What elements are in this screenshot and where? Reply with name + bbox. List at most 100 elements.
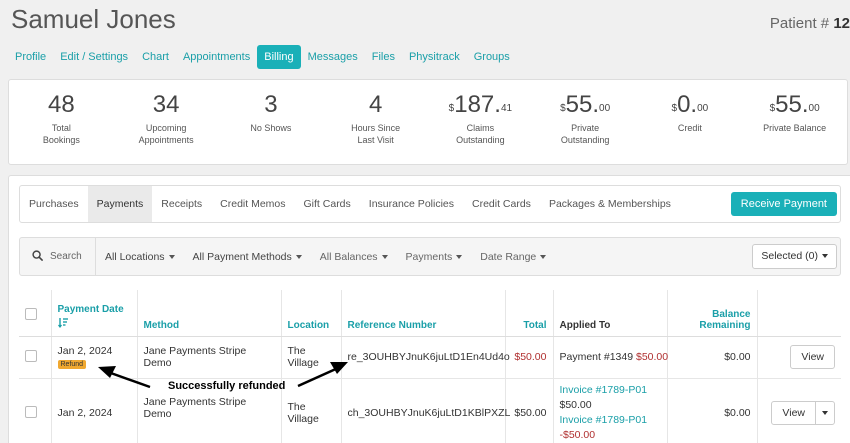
- caret-down-icon: [822, 254, 828, 259]
- applied-to-cell: Invoice #1789-P01 $50.00 Invoice #1789-P…: [553, 378, 668, 443]
- actions-cell: View: [757, 336, 841, 379]
- filter-bar: All Locations All Payment Methods All Ba…: [19, 237, 841, 276]
- subtab-gift-cards[interactable]: Gift Cards: [295, 186, 360, 222]
- payment-methods-dropdown-label: All Payment Methods: [192, 250, 292, 263]
- method-cell: Jane Payments Stripe Demo: [137, 336, 282, 379]
- caret-down-icon: [168, 254, 175, 259]
- payment-date-cell: Jan 2, 2024: [51, 378, 138, 443]
- stat-label: Bookings: [42, 135, 80, 145]
- invoice-amount: $50.00: [559, 399, 592, 411]
- view-options-dropdown[interactable]: [816, 402, 834, 424]
- tab-physitrack[interactable]: Physitrack: [402, 45, 467, 69]
- caret-down-icon: [456, 254, 463, 259]
- selected-actions-button[interactable]: Selected (0): [752, 244, 837, 269]
- currency-sign: $: [769, 103, 776, 114]
- header-payment-date[interactable]: Payment Date: [51, 290, 138, 337]
- header-actions: [757, 290, 841, 337]
- stat-value: 187.: [454, 91, 501, 118]
- sort-descending-icon[interactable]: [57, 317, 131, 331]
- location-line1: The: [287, 401, 306, 413]
- view-button[interactable]: View: [790, 345, 835, 369]
- stat-label: Hours Since: [351, 123, 401, 133]
- row-checkbox[interactable]: [25, 349, 37, 362]
- select-all-checkbox[interactable]: [25, 307, 37, 320]
- stat-no-shows: 3 No Shows: [219, 80, 324, 164]
- stat-label: Private Balance: [763, 123, 827, 133]
- billing-subtabs: Purchases Payments Receipts Credit Memos…: [19, 185, 841, 223]
- stat-value: 48: [48, 91, 75, 118]
- tab-appointments[interactable]: Appointments: [176, 45, 257, 69]
- patient-header: Samuel Jones Patient # 12: [0, 0, 850, 44]
- stat-hours-since-last-visit: 4 Hours Since Last Visit: [323, 80, 428, 164]
- tab-billing[interactable]: Billing: [257, 45, 301, 69]
- location-line2: Village: [287, 413, 319, 425]
- view-split-button: View: [771, 401, 835, 425]
- location-cell: The Village: [281, 336, 342, 379]
- location-cell: The Village: [281, 378, 342, 443]
- receive-payment-button[interactable]: Receive Payment: [730, 192, 837, 216]
- table-row: Jan 2, 2024 Refund Jane Payments Stripe D…: [19, 336, 841, 379]
- stat-label: Outstanding: [560, 135, 610, 145]
- balance-header-line1: Balance: [712, 308, 751, 320]
- stat-value: 4: [368, 91, 383, 118]
- invoice-link[interactable]: Invoice #1789-P01: [560, 414, 648, 426]
- balance-header-line2: Remaining: [699, 319, 751, 331]
- header-reference-number: Reference Number: [341, 290, 506, 337]
- patient-nav-tabs: Profile Edit / Settings Chart Appointmen…: [8, 45, 517, 69]
- patient-name: Samuel Jones: [11, 4, 176, 34]
- stat-label: Upcoming: [145, 123, 187, 133]
- tab-chart[interactable]: Chart: [135, 45, 176, 69]
- stat-label: Credit: [677, 123, 702, 133]
- stat-total-bookings: 48 Total Bookings: [9, 80, 114, 164]
- invoice-amount: -$50.00: [559, 429, 596, 441]
- stat-label: Outstanding: [456, 135, 505, 145]
- subtab-purchases[interactable]: Purchases: [20, 186, 88, 222]
- row-checkbox[interactable]: [25, 405, 37, 418]
- payments-dropdown[interactable]: Payments: [397, 251, 472, 263]
- tab-groups[interactable]: Groups: [467, 45, 517, 69]
- payment-methods-dropdown[interactable]: All Payment Methods: [184, 251, 311, 263]
- tab-messages[interactable]: Messages: [301, 45, 365, 69]
- search-box[interactable]: [20, 238, 96, 275]
- stat-cents: 00: [808, 103, 820, 114]
- tab-edit-settings[interactable]: Edit / Settings: [53, 45, 135, 69]
- stat-private-balance: $55.00 Private Balance: [742, 80, 847, 164]
- patient-number: Patient # 12: [770, 15, 850, 32]
- currency-sign: $: [448, 103, 455, 114]
- stat-value: 55.: [565, 91, 600, 118]
- stat-cents: 00: [599, 103, 611, 114]
- stat-value: 0.: [677, 91, 698, 118]
- tab-files[interactable]: Files: [365, 45, 402, 69]
- stat-label: Private: [571, 123, 600, 133]
- subtab-credit-cards[interactable]: Credit Cards: [463, 186, 540, 222]
- subtab-packages-memberships[interactable]: Packages & Memberships: [540, 186, 680, 222]
- view-button[interactable]: View: [772, 402, 816, 424]
- row-select-cell: [19, 378, 52, 443]
- locations-dropdown[interactable]: All Locations: [96, 251, 184, 263]
- summary-stats: 48 Total Bookings 34 Upcoming Appointments…: [8, 79, 848, 165]
- caret-down-icon: [540, 254, 547, 259]
- date-range-dropdown-label: Date Range: [480, 250, 537, 263]
- caret-down-icon: [295, 254, 302, 259]
- stat-upcoming-appointments: 34 Upcoming Appointments: [114, 80, 219, 164]
- invoice-link[interactable]: Invoice #1789-P01: [560, 384, 648, 396]
- stat-label: Last Visit: [357, 135, 394, 145]
- reference-number-cell: ch_3OUHBYJnuK6juLtD1KBlPXZL: [341, 378, 510, 443]
- subtab-receipts[interactable]: Receipts: [152, 186, 211, 222]
- patient-number-label: Patient #: [769, 15, 834, 32]
- search-icon: [32, 248, 43, 266]
- search-input[interactable]: [50, 251, 90, 262]
- billing-panel: Purchases Payments Receipts Credit Memos…: [8, 175, 850, 443]
- date-range-dropdown[interactable]: Date Range: [471, 251, 555, 263]
- stat-cents: 00: [697, 103, 709, 114]
- subtab-credit-memos[interactable]: Credit Memos: [211, 186, 294, 222]
- location-line2: Village: [287, 357, 319, 369]
- balances-dropdown[interactable]: All Balances: [311, 251, 397, 263]
- total-cell: $50.00: [505, 378, 554, 443]
- subtab-insurance-policies[interactable]: Insurance Policies: [360, 186, 463, 222]
- actions-cell: View: [757, 378, 841, 443]
- tab-profile[interactable]: Profile: [8, 45, 53, 69]
- balance-remaining-cell: $0.00: [667, 336, 758, 379]
- annotation-label: Successfully refunded: [168, 380, 286, 392]
- subtab-payments[interactable]: Payments: [87, 186, 153, 222]
